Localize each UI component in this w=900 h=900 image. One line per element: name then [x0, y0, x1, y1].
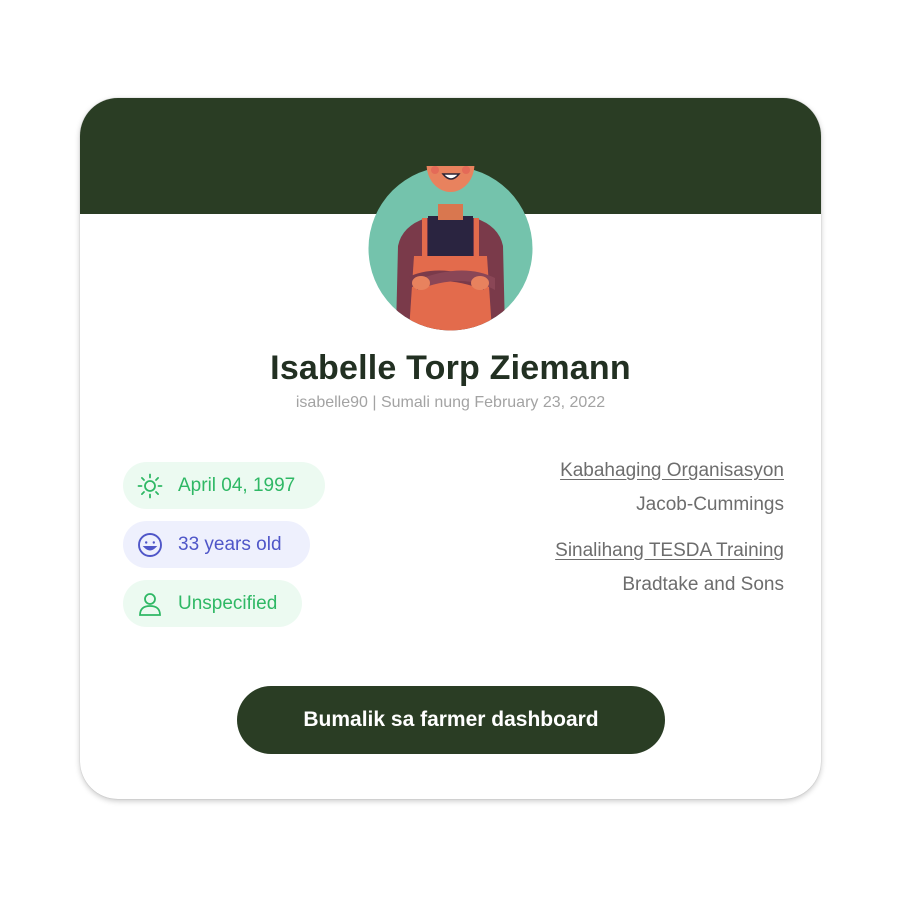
profile-card: Isabelle Torp Ziemann isabelle90 | Sumal… — [80, 98, 821, 799]
back-to-dashboard-button[interactable]: Bumalik sa farmer dashboard — [237, 686, 665, 754]
profile-meta: isabelle90 | Sumali nung February 23, 20… — [80, 394, 821, 412]
sun-icon — [136, 472, 164, 500]
username: isabelle90 — [295, 394, 368, 411]
birthdate-text: April 04, 1997 — [178, 474, 296, 496]
gender-text: Unspecified — [178, 592, 278, 614]
age-badge: 33 years old — [123, 521, 310, 568]
birthdate-badge: April 04, 1997 — [123, 462, 325, 509]
tesda-training-value: Bradtake and Sons — [622, 574, 784, 595]
meta-separator: | — [367, 394, 381, 411]
age-text: 33 years old — [178, 533, 282, 555]
organization-value: Jacob-Cummings — [636, 494, 784, 515]
tesda-training-link[interactable]: Sinalihang TESDA Training — [555, 540, 784, 562]
joined-date: Sumali nung February 23, 2022 — [380, 394, 606, 411]
farmer-avatar-icon — [368, 166, 533, 331]
user-icon — [136, 590, 164, 618]
gender-badge: Unspecified — [123, 580, 302, 627]
smiley-icon — [136, 531, 164, 559]
organization-link[interactable]: Kabahaging Organisasyon — [560, 460, 784, 482]
profile-name: Isabelle Torp Ziemann — [270, 349, 631, 387]
